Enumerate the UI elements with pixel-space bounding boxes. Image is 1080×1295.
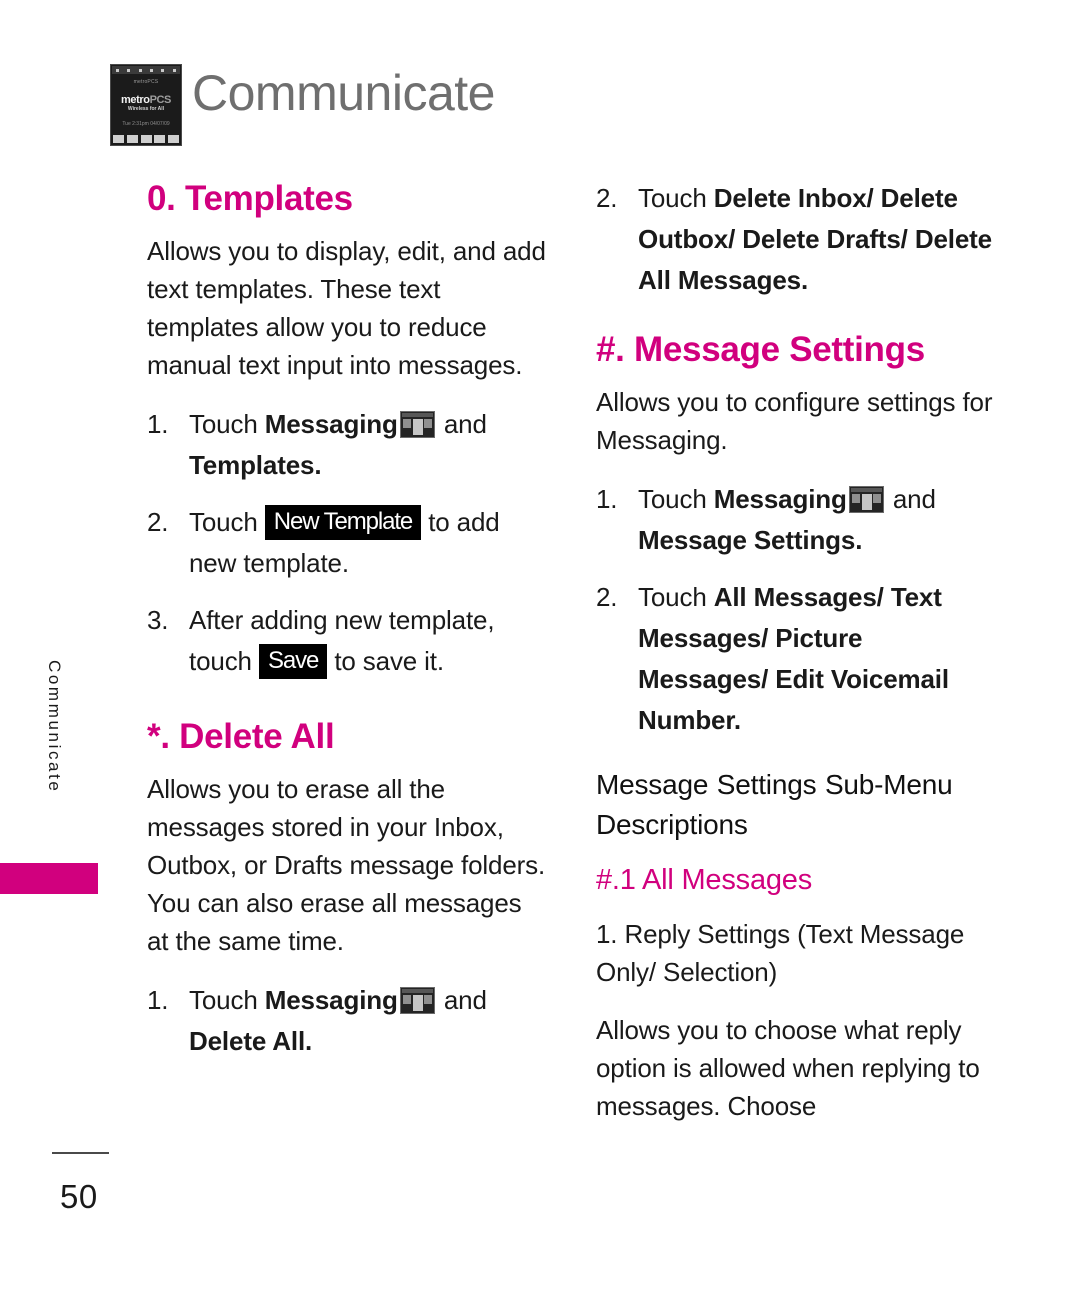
step-text-prefix: Touch — [638, 582, 714, 612]
step-keyword-templates: Templates — [189, 450, 315, 480]
right-column: 2. Touch Delete Inbox/ Delete Outbox/ Del… — [596, 178, 996, 1125]
step-period: . — [855, 525, 863, 555]
section-intro-templates: Allows you to display, edit, and add tex… — [147, 236, 546, 380]
steps-list-delete-all-continued: 2. Touch Delete Inbox/ Delete Outbox/ Del… — [596, 178, 996, 301]
step-number: 1. — [147, 985, 169, 1015]
step-period: . — [305, 1026, 313, 1056]
steps-list-delete-all: 1. Touch Messaging and Delete All. — [147, 980, 547, 1062]
step-text-prefix: Touch — [189, 507, 265, 537]
step-text-prefix: Touch — [638, 484, 714, 514]
step-number: 2. — [147, 507, 169, 537]
thumbnail-status-bar — [112, 66, 180, 74]
list-item: 3. After adding new template, touch Save … — [147, 600, 547, 682]
thumbnail-softkey-bar — [112, 133, 180, 144]
list-item: 2. Touch Delete Inbox/ Delete Outbox/ Del… — [596, 178, 996, 301]
header-phone-thumbnail-icon: metroPCS metroPCS Wireless for All Tue 2… — [110, 64, 182, 146]
thumbnail-logo-suffix: PCS — [149, 94, 172, 106]
list-item: 1. Touch Messaging and Message Settings. — [596, 479, 996, 561]
side-tab-marker — [0, 863, 98, 894]
steps-list-message-settings: 1. Touch Messaging and Message Settings. … — [596, 479, 996, 741]
thumbnail-carrier-text: metroPCS — [133, 79, 159, 85]
step-period: . — [733, 705, 741, 735]
save-button[interactable]: Save — [258, 644, 328, 679]
steps-list-templates: 1. Touch Messaging and Templates. 2. Touch… — [147, 404, 547, 682]
side-tab-label: Communicate — [45, 660, 64, 794]
item-body-reply-settings: Allows you to choose what reply option i… — [596, 1015, 980, 1121]
step-number: 1. — [147, 409, 169, 439]
messaging-menu-icon — [399, 411, 435, 438]
step-text-conjunction: and — [885, 484, 936, 514]
step-text-conjunction: and — [436, 985, 487, 1015]
step-keyword-messaging: Messaging — [264, 409, 398, 439]
step-keyword-messaging: Messaging — [264, 985, 398, 1015]
section-intro-delete-all: Allows you to erase all the messages sto… — [147, 774, 546, 956]
step-number: 2. — [596, 183, 618, 213]
item-heading-reply-settings: 1. Reply Settings (Text Message Only/ Se… — [596, 919, 965, 987]
step-number: 1. — [596, 484, 618, 514]
step-keyword-message-settings: Message Settings — [638, 525, 856, 555]
step-number: 3. — [147, 605, 169, 635]
step-number: 2. — [596, 582, 618, 612]
thumbnail-logo: metroPCS — [111, 95, 181, 106]
page-title: Communicate — [192, 65, 495, 121]
submenu-descriptions-heading: Message Settings Sub-Menu Descriptions — [596, 769, 953, 840]
page-header: metroPCS metroPCS Wireless for All Tue 2… — [110, 62, 990, 154]
page-number: 50 — [60, 1178, 98, 1215]
thumbnail-tagline: Wireless for All — [127, 106, 165, 112]
section-intro-message-settings: Allows you to configure settings for Mes… — [596, 387, 993, 455]
step-period: . — [314, 450, 322, 480]
section-heading-templates: 0. Templates — [147, 179, 353, 218]
list-item: 2. Touch All Messages/ Text Messages/ Pic… — [596, 577, 996, 741]
step-text-suffix: to save it. — [327, 646, 444, 676]
section-heading-message-settings: #. Message Settings — [596, 330, 925, 369]
step-text-prefix: Touch — [638, 183, 714, 213]
step-text-prefix: Touch — [189, 409, 265, 439]
list-item: 1. Touch Messaging and Templates. — [147, 404, 547, 486]
list-item: 1. Touch Messaging and Delete All. — [147, 980, 547, 1062]
thumbnail-logo-main: metro — [121, 94, 150, 106]
step-text-prefix: Touch — [189, 985, 265, 1015]
thumbnail-date-text: Tue 2:31pm 04/07/09 — [122, 121, 170, 127]
footer-divider — [52, 1152, 109, 1154]
messaging-menu-icon — [399, 987, 435, 1014]
step-period: . — [800, 265, 809, 295]
list-item: 2. Touch New Template to add new template… — [147, 502, 547, 584]
section-heading-delete-all: *. Delete All — [147, 717, 335, 756]
step-text-conjunction: and — [436, 409, 487, 439]
messaging-menu-icon — [848, 486, 884, 513]
section-heading-all-messages: #.1 All Messages — [596, 864, 813, 896]
step-keyword-messaging: Messaging — [713, 484, 847, 514]
new-template-button[interactable]: New Template — [264, 505, 422, 540]
side-tab: Communicate — [0, 620, 110, 910]
step-keyword-delete-all: Delete All — [189, 1026, 306, 1056]
left-column: 0. Templates Allows you to display, edit… — [147, 178, 547, 1062]
